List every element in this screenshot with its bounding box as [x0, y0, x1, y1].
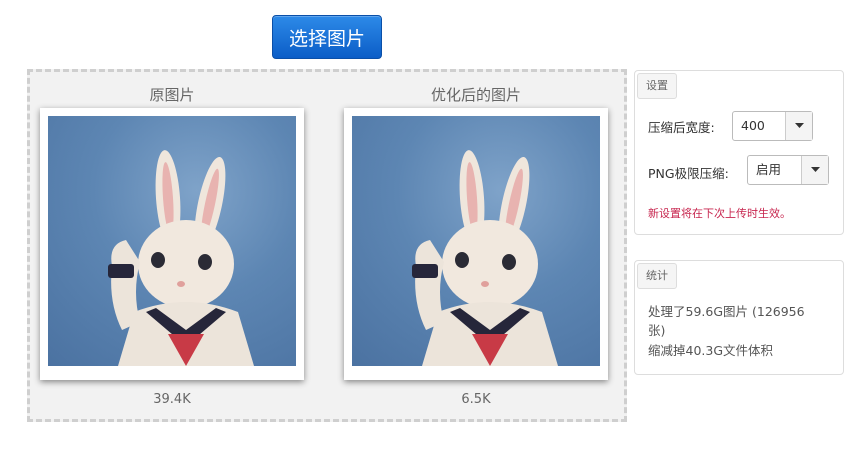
processed-stat: 处理了59.6G图片 (126956: [648, 304, 805, 319]
original-size-label: 39.4K: [153, 392, 191, 407]
select-image-button[interactable]: 选择图片: [272, 15, 382, 59]
settings-panel: 设置 压缩后宽度: 400 PNG极限压缩: 启用 新设置将在下次上传时生效。: [634, 70, 844, 235]
image-drop-zone[interactable]: 原图片 39.4K 优化后的图片 6.5K: [27, 69, 627, 422]
optimized-size-label: 6.5K: [461, 392, 491, 407]
width-label: 压缩后宽度:: [648, 120, 715, 135]
reduced-stat: 缩减掉40.3G文件体积: [648, 343, 774, 358]
png-compress-select[interactable]: 启用: [747, 155, 829, 185]
optimized-image-title: 优化后的图片: [430, 86, 521, 104]
settings-note: 新设置将在下次上传时生效。: [648, 207, 791, 220]
processed-stat-cont: 张): [648, 323, 666, 338]
chevron-down-icon[interactable]: [785, 112, 812, 140]
original-image-frame: [40, 108, 304, 380]
png-compress-label: PNG极限压缩:: [648, 166, 729, 181]
stats-tag: 统计: [637, 263, 677, 289]
bunny-doll-image: [412, 150, 558, 366]
chevron-down-icon[interactable]: [801, 156, 828, 184]
bunny-doll-image: [108, 150, 254, 366]
original-image: [48, 116, 296, 366]
png-compress-value: 启用: [756, 162, 782, 177]
width-select[interactable]: 400: [732, 111, 813, 141]
width-select-value: 400: [741, 118, 765, 133]
settings-tag: 设置: [637, 73, 677, 99]
stats-panel: 统计 处理了59.6G图片 (126956 张) 缩减掉40.3G文件体积: [634, 260, 844, 375]
optimized-image-frame: [344, 108, 608, 380]
optimized-image: [352, 116, 600, 366]
original-image-title: 原图片: [149, 86, 195, 104]
